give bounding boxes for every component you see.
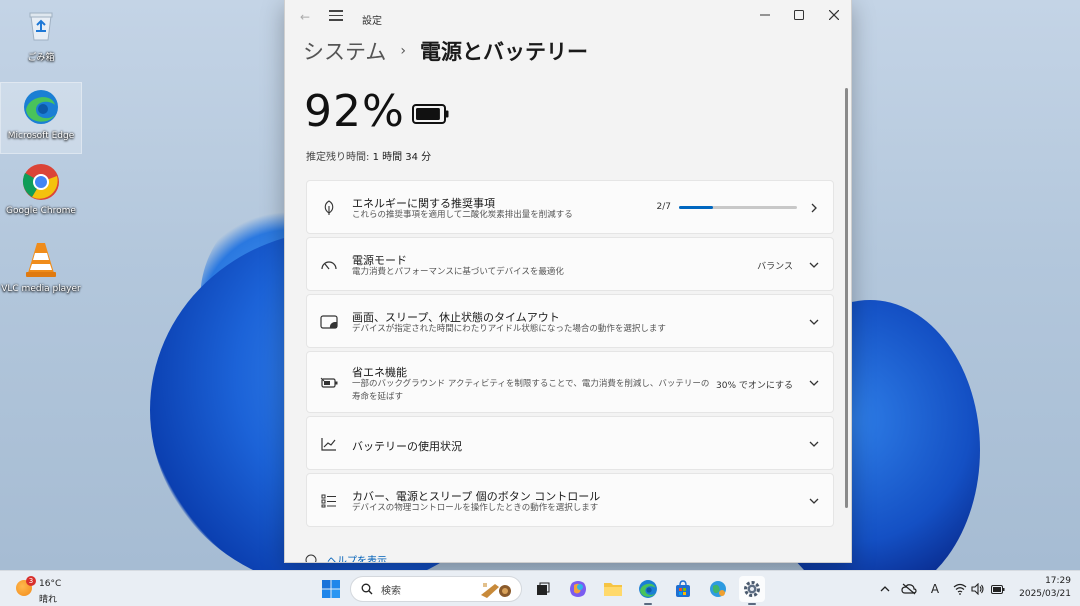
volume-icon[interactable] (970, 581, 986, 597)
settings-taskbar-button[interactable] (739, 576, 765, 605)
desktop-icon-label: ごみ箱 (27, 53, 55, 63)
back-arrow-icon[interactable]: ← (297, 9, 313, 25)
taskbar: 3 16°C 晴れ 検索 A 17:29 2025/03/21 (0, 570, 1080, 606)
page-title: 電源とバッテリー (419, 40, 588, 64)
maximize-button[interactable] (781, 4, 817, 26)
weather-condition: 晴れ (39, 595, 58, 605)
breadcrumb: システム › 電源とバッテリー (303, 36, 588, 66)
vlc-icon (21, 240, 61, 280)
help-link[interactable]: ヘルプを表示 (305, 552, 387, 563)
store-icon (676, 580, 690, 597)
copilot-button[interactable] (565, 576, 591, 602)
task-view-button[interactable] (530, 576, 556, 602)
battery-icon (412, 104, 449, 124)
wifi-icon[interactable] (952, 581, 968, 597)
task-view-icon (537, 582, 550, 595)
gear-icon (744, 581, 760, 597)
desktop-icon-label: VLC media player (1, 284, 81, 294)
card-battery-usage[interactable]: バッテリーの使用状況 (306, 416, 834, 470)
recommendations-progress (679, 206, 797, 209)
title-bar: ← 設定 (285, 0, 851, 34)
card-subtitle: 一部のバックグラウンド アクティビティを制限することで、電力消費を削減し、バッテ… (352, 379, 710, 402)
desktop-icon-chrome[interactable]: Google Chrome (0, 158, 82, 230)
card-title: バッテリーの使用状況 (352, 440, 462, 453)
estimated-time: 推定残り時間: 1 時間 34 分 (306, 148, 431, 163)
onedrive-icon[interactable] (901, 581, 917, 597)
weather-badge: 3 (26, 576, 36, 586)
window-title: 設定 (362, 16, 382, 27)
settings-window: ← 設定 システム › 電源とバッテリー 92% 推定残り時間: 1 時間 34… (284, 0, 852, 563)
help-icon (305, 554, 317, 562)
taskbar-clock[interactable]: 17:29 2025/03/21 (1015, 576, 1071, 599)
button-controls-icon (319, 491, 339, 511)
desktop-icon-recycle-bin[interactable]: ごみ箱 (0, 2, 82, 74)
power-mode-select[interactable]: バランス (757, 259, 793, 272)
desktop-icon-edge[interactable]: Microsoft Edge (0, 82, 82, 154)
card-subtitle: デバイスの物理コントロールを操作したときの動作を選択します (352, 503, 599, 513)
recycle-bin-icon (21, 6, 61, 46)
close-button[interactable] (816, 4, 851, 26)
recommendations-progress-fill (679, 206, 713, 209)
breadcrumb-separator: › (400, 43, 406, 59)
hamburger-menu-icon[interactable] (329, 10, 343, 22)
card-energy-recommendations[interactable]: エネルギーに関する推奨事項 これらの推奨事項を適用して二酸化炭素排出量を削減する… (306, 180, 834, 234)
edge-taskbar-button[interactable] (635, 576, 661, 605)
copilot-icon (570, 581, 586, 597)
windows-logo-icon (322, 580, 340, 598)
edge-icon (21, 87, 61, 127)
usage-chart-icon (319, 434, 339, 454)
search-icon (361, 583, 373, 595)
energy-saver-threshold[interactable]: 30% でオンにする (716, 378, 793, 391)
chevron-up-icon[interactable] (877, 581, 893, 597)
help-link-label: ヘルプを表示 (327, 556, 387, 563)
globe-app-icon (710, 581, 726, 597)
chevron-down-icon[interactable] (807, 437, 821, 451)
desktop-icon-vlc[interactable]: VLC media player (0, 236, 82, 308)
ime-indicator[interactable]: A (927, 581, 943, 597)
edge-icon (639, 580, 657, 598)
folder-icon (604, 583, 622, 596)
desktop-icon-label: Google Chrome (6, 206, 76, 216)
chevron-down-icon[interactable] (807, 258, 821, 272)
recommendations-count: 2/7 (656, 202, 671, 212)
battery-percentage: 92% (304, 86, 405, 137)
weather-temperature: 16°C (39, 579, 62, 589)
store-button[interactable] (670, 576, 696, 602)
search-placeholder: 検索 (381, 585, 401, 597)
media-app-button[interactable] (705, 576, 731, 602)
card-button-controls[interactable]: カバー、電源とスリープ 個のボタン コントロール デバイスの物理コントロールを操… (306, 473, 834, 527)
clock-time: 17:29 (1045, 576, 1071, 586)
card-energy-saver[interactable]: 省エネ機能 一部のバックグラウンド アクティビティを制限することで、電力消費を削… (306, 351, 834, 413)
card-subtitle: 電力消費とパフォーマンスに基づいてデバイスを最適化 (352, 267, 564, 277)
card-subtitle: デバイスが指定された時間にわたりアイドル状態になった場合の動作を選択します (352, 324, 666, 334)
file-explorer-button[interactable] (600, 576, 626, 602)
weather-widget[interactable]: 3 16°C 晴れ (14, 574, 74, 605)
card-screen-sleep-timeouts[interactable]: 画面、スリープ、休止状態のタイムアウト デバイスが指定された時間にわたりアイドル… (306, 294, 834, 348)
scrollbar[interactable] (845, 88, 848, 508)
estimated-time-label: 推定残り時間: (306, 152, 373, 163)
card-power-mode[interactable]: 電源モード 電力消費とパフォーマンスに基づいてデバイスを最適化 バランス (306, 237, 834, 291)
leaf-icon (319, 198, 339, 218)
estimated-time-value: 1 時間 34 分 (372, 152, 432, 163)
chevron-down-icon[interactable] (807, 494, 821, 508)
minimize-button[interactable] (747, 4, 783, 26)
search-highlight-icon (481, 583, 511, 598)
desktop-icon-label: Microsoft Edge (7, 131, 75, 141)
battery-tray-icon[interactable] (990, 581, 1006, 597)
chrome-icon (21, 162, 61, 202)
start-button[interactable] (318, 576, 344, 602)
breadcrumb-parent[interactable]: システム (303, 36, 386, 66)
power-mode-icon (319, 255, 339, 275)
chevron-down-icon[interactable] (807, 376, 821, 390)
minimize-icon (760, 14, 770, 16)
close-icon (829, 10, 839, 20)
screen-sleep-icon (319, 312, 339, 332)
clock-date: 2025/03/21 (1019, 589, 1071, 599)
chevron-right-icon (807, 201, 821, 215)
taskbar-search[interactable]: 検索 (350, 576, 522, 602)
maximize-icon (794, 10, 804, 20)
chevron-down-icon[interactable] (807, 315, 821, 329)
energy-saver-icon (319, 373, 339, 393)
